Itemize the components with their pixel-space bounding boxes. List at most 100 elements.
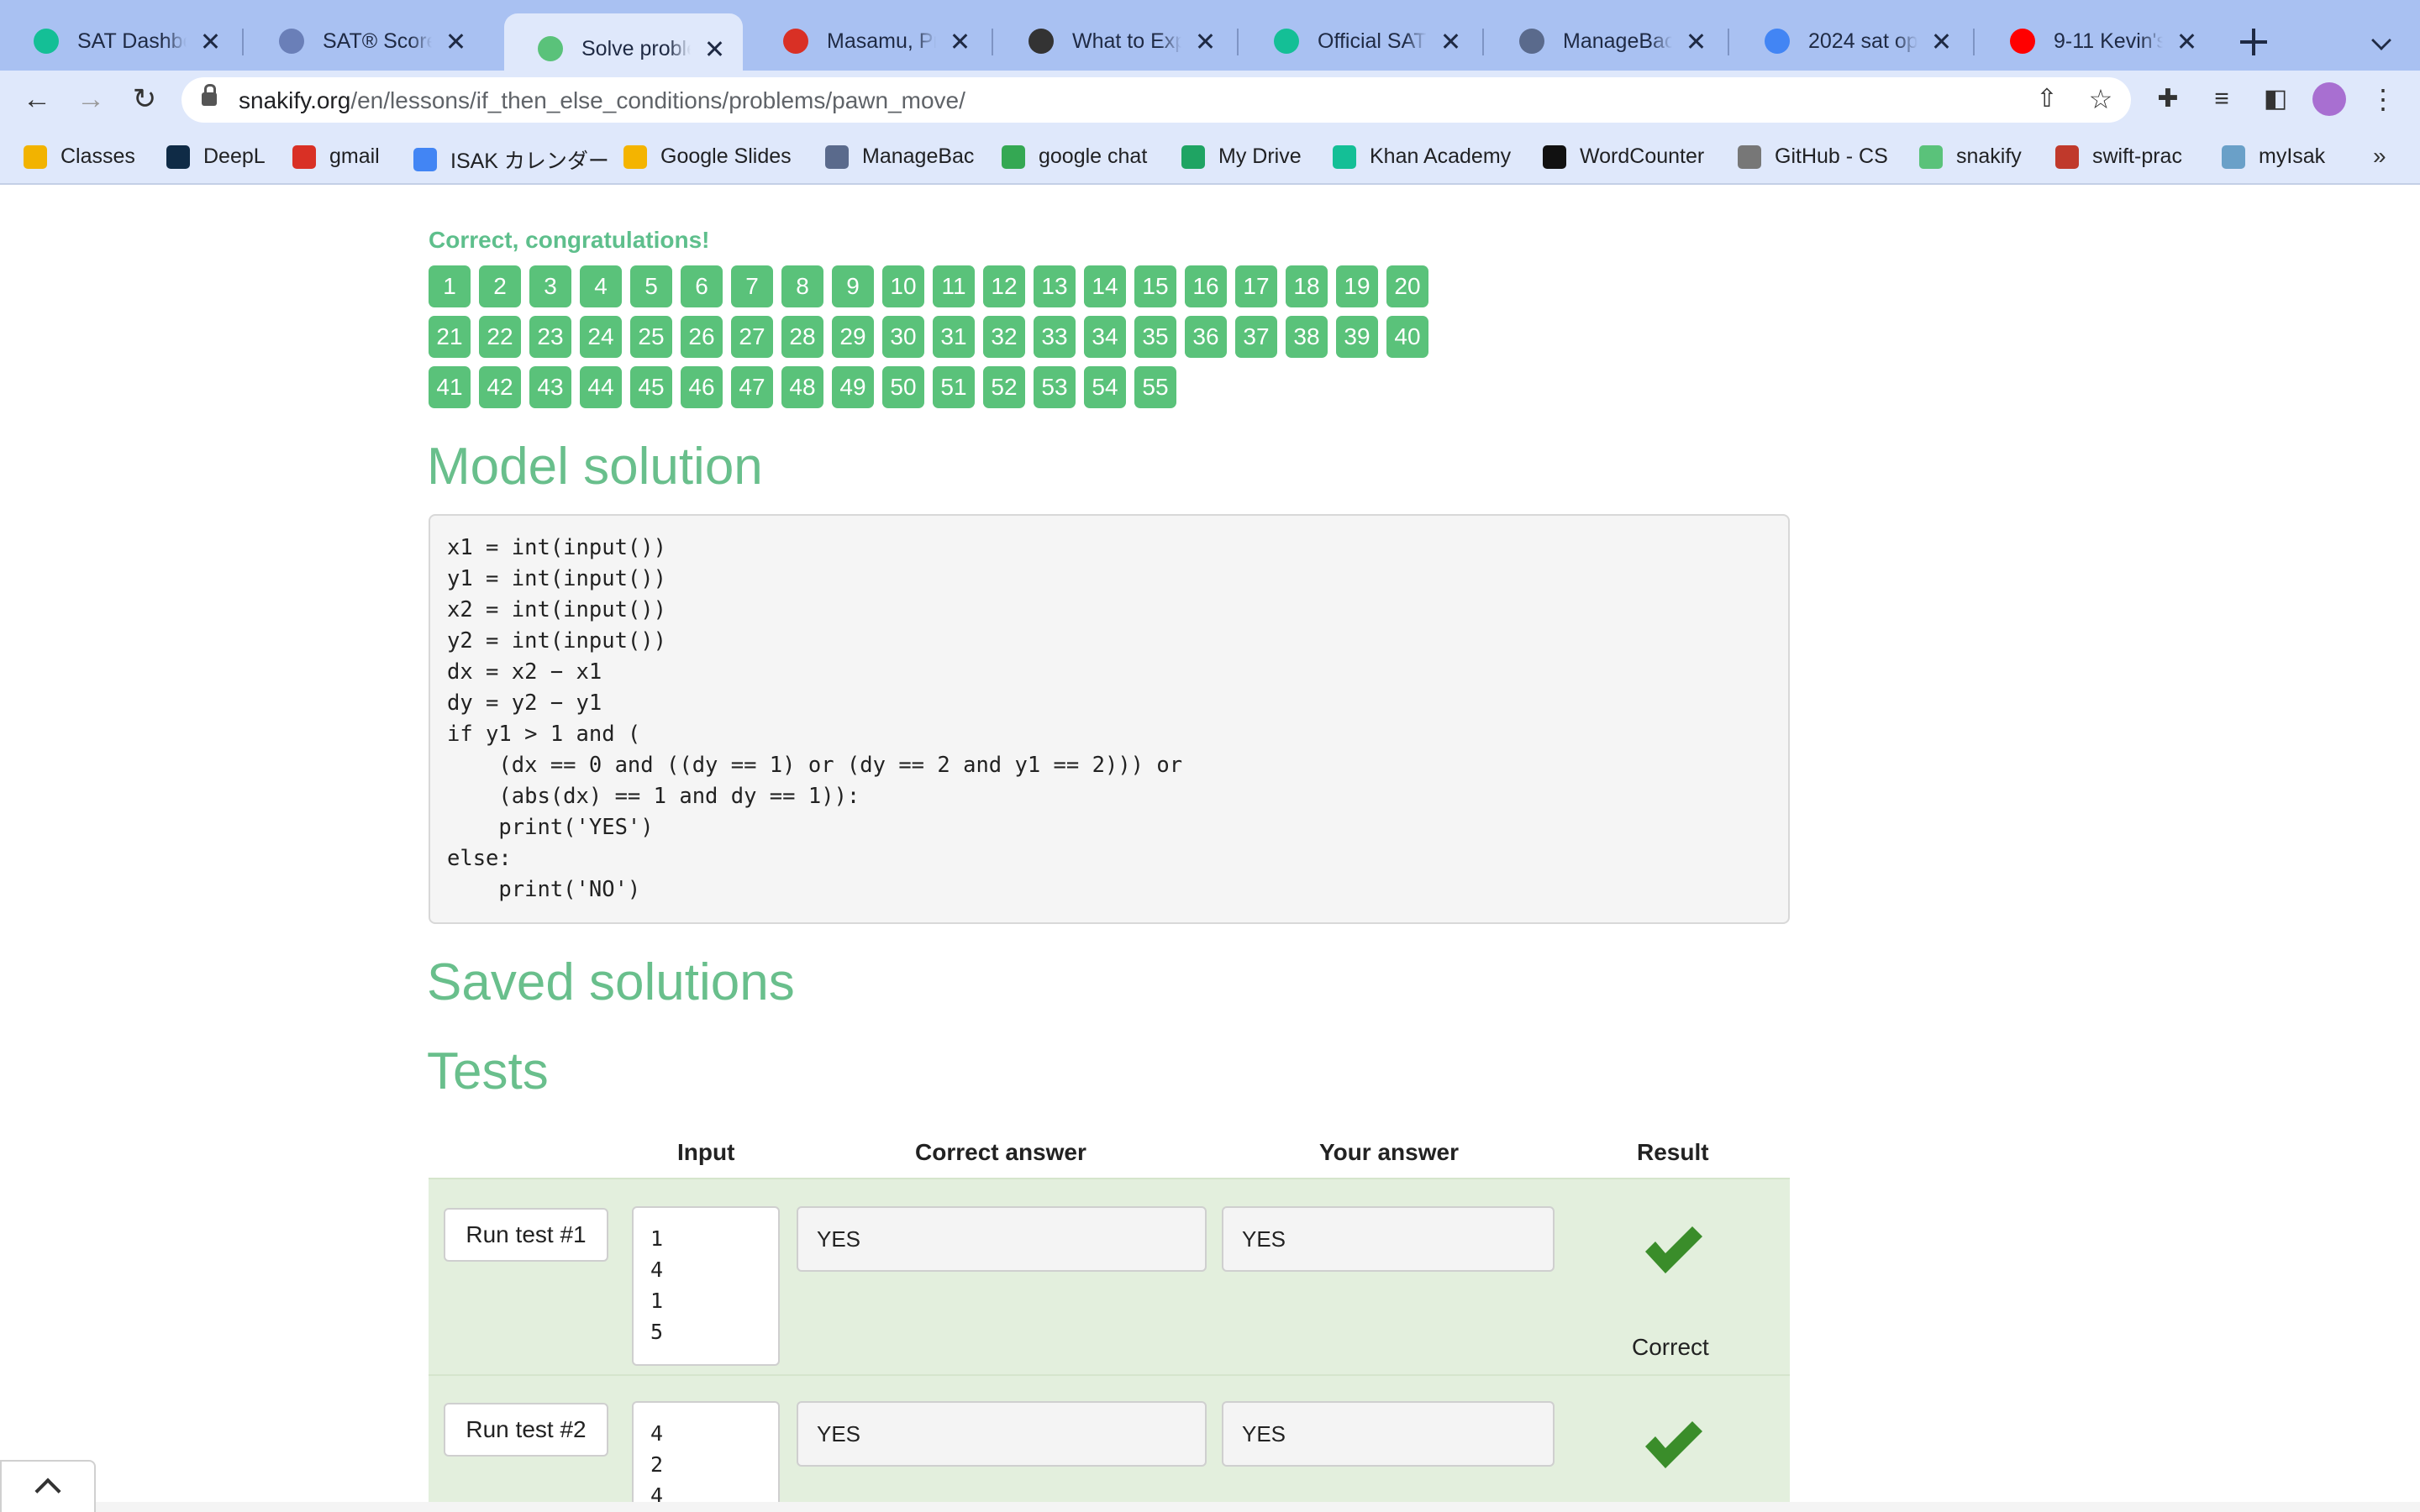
- tab-5[interactable]: What to Expect: [995, 13, 1234, 69]
- bookmark-swift-prac[interactable]: swift-prac: [2055, 144, 2182, 169]
- problem-14-button[interactable]: 14: [1084, 265, 1126, 307]
- tab-1[interactable]: SAT Dashboard: [0, 13, 239, 69]
- problem-3-button[interactable]: 3: [529, 265, 571, 307]
- close-icon[interactable]: [948, 29, 971, 53]
- problem-24-button[interactable]: 24: [580, 316, 622, 358]
- problem-10-button[interactable]: 10: [882, 265, 924, 307]
- problem-40-button[interactable]: 40: [1386, 316, 1428, 358]
- problem-43-button[interactable]: 43: [529, 366, 571, 408]
- share-icon[interactable]: ⇧: [2028, 81, 2065, 118]
- problem-36-button[interactable]: 36: [1185, 316, 1227, 358]
- bookmark-managebac[interactable]: ManageBac: [825, 144, 974, 169]
- problem-32-button[interactable]: 32: [983, 316, 1025, 358]
- problem-28-button[interactable]: 28: [781, 316, 823, 358]
- profile-avatar-icon[interactable]: [2311, 81, 2348, 118]
- problem-34-button[interactable]: 34: [1084, 316, 1126, 358]
- problem-9-button[interactable]: 9: [832, 265, 874, 307]
- close-icon[interactable]: [702, 37, 726, 60]
- problem-33-button[interactable]: 33: [1034, 316, 1076, 358]
- bookmark-deepl[interactable]: DeepL: [166, 144, 266, 169]
- menu-icon[interactable]: ⋮: [2365, 81, 2402, 118]
- extensions-icon[interactable]: ✚: [2149, 81, 2186, 118]
- close-icon[interactable]: [1684, 29, 1707, 53]
- problem-55-button[interactable]: 55: [1134, 366, 1176, 408]
- problem-37-button[interactable]: 37: [1235, 316, 1277, 358]
- problem-53-button[interactable]: 53: [1034, 366, 1076, 408]
- problem-2-button[interactable]: 2: [479, 265, 521, 307]
- close-icon[interactable]: [2175, 29, 2198, 53]
- bookmark-google-chat[interactable]: google chat: [1002, 144, 1147, 169]
- bookmark-classes[interactable]: Classes: [24, 144, 135, 169]
- problem-26-button[interactable]: 26: [681, 316, 723, 358]
- close-icon[interactable]: [1439, 29, 1462, 53]
- reload-icon[interactable]: ↻: [126, 81, 163, 118]
- bookmark-my-drive[interactable]: My Drive: [1181, 144, 1302, 169]
- problem-50-button[interactable]: 50: [882, 366, 924, 408]
- problem-39-button[interactable]: 39: [1336, 316, 1378, 358]
- forward-icon[interactable]: →: [72, 81, 109, 118]
- problem-31-button[interactable]: 31: [933, 316, 975, 358]
- problem-23-button[interactable]: 23: [529, 316, 571, 358]
- problem-16-button[interactable]: 16: [1185, 265, 1227, 307]
- problem-45-button[interactable]: 45: [630, 366, 672, 408]
- run-test-1-button[interactable]: Run test #1: [444, 1208, 608, 1262]
- problem-29-button[interactable]: 29: [832, 316, 874, 358]
- close-icon[interactable]: [1929, 29, 1953, 53]
- problem-17-button[interactable]: 17: [1235, 265, 1277, 307]
- problem-19-button[interactable]: 19: [1336, 265, 1378, 307]
- bookmark-star-icon[interactable]: ☆: [2082, 81, 2119, 118]
- back-icon[interactable]: ←: [18, 81, 55, 118]
- tab-8[interactable]: 2024 sat optional: [1731, 13, 1970, 69]
- tab-7[interactable]: ManageBac | M: [1486, 13, 1724, 69]
- bookmark-wordcounter[interactable]: WordCounter: [1543, 144, 1704, 169]
- tab-4[interactable]: Masamu, Print: [750, 13, 988, 69]
- close-icon[interactable]: [1193, 29, 1217, 53]
- problem-51-button[interactable]: 51: [933, 366, 975, 408]
- bookmark-khan-academy[interactable]: Khan Academy: [1333, 144, 1511, 169]
- problem-4-button[interactable]: 4: [580, 265, 622, 307]
- problem-13-button[interactable]: 13: [1034, 265, 1076, 307]
- bookmark-github-cs[interactable]: GitHub - CS: [1738, 144, 1888, 169]
- problem-12-button[interactable]: 12: [983, 265, 1025, 307]
- problem-18-button[interactable]: 18: [1286, 265, 1328, 307]
- problem-8-button[interactable]: 8: [781, 265, 823, 307]
- problem-49-button[interactable]: 49: [832, 366, 874, 408]
- lock-icon[interactable]: [202, 84, 217, 106]
- scroll-to-top-button[interactable]: [0, 1460, 96, 1512]
- problem-6-button[interactable]: 6: [681, 265, 723, 307]
- problem-21-button[interactable]: 21: [429, 316, 471, 358]
- problem-46-button[interactable]: 46: [681, 366, 723, 408]
- url-text[interactable]: snakify.org/en/lessons/if_then_else_cond…: [239, 87, 965, 114]
- problem-38-button[interactable]: 38: [1286, 316, 1328, 358]
- problem-47-button[interactable]: 47: [731, 366, 773, 408]
- run-test-2-button[interactable]: Run test #2: [444, 1403, 608, 1457]
- problem-20-button[interactable]: 20: [1386, 265, 1428, 307]
- tab-6[interactable]: Official SAT® Practice: [1240, 13, 1479, 69]
- more-bookmarks-icon[interactable]: »: [2373, 143, 2386, 170]
- close-icon[interactable]: [444, 29, 467, 53]
- problem-52-button[interactable]: 52: [983, 366, 1025, 408]
- bookmark-snakify[interactable]: snakify: [1919, 144, 2022, 169]
- problem-15-button[interactable]: 15: [1134, 265, 1176, 307]
- problem-41-button[interactable]: 41: [429, 366, 471, 408]
- problem-35-button[interactable]: 35: [1134, 316, 1176, 358]
- problem-44-button[interactable]: 44: [580, 366, 622, 408]
- problem-27-button[interactable]: 27: [731, 316, 773, 358]
- tab-2[interactable]: SAT® Score Calculator: [245, 13, 484, 69]
- bookmark-gmail[interactable]: gmail: [292, 144, 380, 169]
- close-icon[interactable]: [198, 29, 222, 53]
- problem-7-button[interactable]: 7: [731, 265, 773, 307]
- problem-48-button[interactable]: 48: [781, 366, 823, 408]
- bookmark-isak[interactable]: ISAK カレンダー: [413, 144, 609, 175]
- problem-42-button[interactable]: 42: [479, 366, 521, 408]
- problem-30-button[interactable]: 30: [882, 316, 924, 358]
- problem-22-button[interactable]: 22: [479, 316, 521, 358]
- media-control-icon[interactable]: ≡: [2203, 81, 2240, 118]
- new-tab-button[interactable]: [2235, 24, 2272, 60]
- problem-1-button[interactable]: 1: [429, 265, 471, 307]
- side-panel-icon[interactable]: ◧: [2257, 81, 2294, 118]
- bookmark-myisak[interactable]: myIsak: [2222, 144, 2325, 169]
- problem-5-button[interactable]: 5: [630, 265, 672, 307]
- bookmark-google-slides[interactable]: Google Slides: [623, 144, 792, 169]
- problem-11-button[interactable]: 11: [933, 265, 975, 307]
